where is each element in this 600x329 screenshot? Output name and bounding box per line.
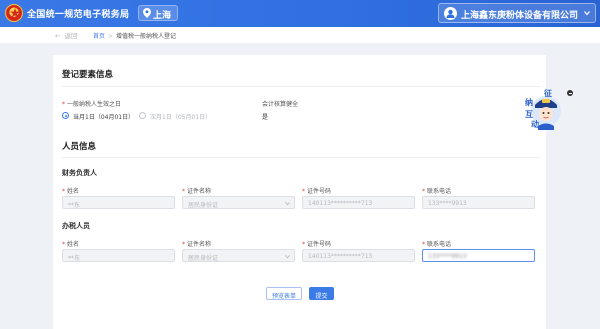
divider [62,157,540,158]
location-pin-icon [143,8,151,18]
finance-id-type-value: 居民身份证 [188,202,219,209]
finance-id-type-select[interactable]: 居民身份证 [182,196,295,209]
breadcrumb-home[interactable]: 首页 [93,33,105,40]
finance-name-label: * 姓名 [62,188,80,195]
chevron-down-icon [584,11,590,16]
tax-officer-title: 办税人员 [62,222,90,230]
national-emblem-icon [5,4,23,22]
finance-officer-title: 财务负责人 [62,169,97,177]
mascot-char-1: 征 [544,89,552,98]
chevron-down-icon [285,254,290,259]
tax-id-type-select[interactable]: 居民身份证 [182,249,295,262]
company-switcher[interactable]: 上海鑫东庚粉体设备有限公司 [438,3,596,23]
accounting-label: 会计核算健全 [262,101,299,108]
breadcrumb-current: 增值税一般纳税人登记 [116,33,177,40]
form-card: 登记要素信息 * 一般纳税人生效之日 当月1日（04月01日） 次月1日（05月0… [53,55,546,329]
breadcrumb-separator: > [108,33,114,40]
finance-id-number-input[interactable]: 140113**********713 [302,196,415,209]
mascot-char-4: 动 [531,120,539,129]
preview-form-button[interactable]: 预览表单 [266,287,302,300]
finance-id-type-label: * 证件名称 [182,188,212,195]
radio-current-month[interactable] [62,112,69,119]
finance-id-number-label: * 证件号码 [302,188,332,195]
region-label: 上海 [153,11,172,21]
site-title: 全国统一规范电子税务局 [27,10,130,20]
breadcrumb-bar: ← 返回 首页 > 增值税一般纳税人登记 [0,27,600,43]
mascot-char-2: 纳 [525,98,533,107]
tax-name-input[interactable]: **东 [62,249,175,262]
tax-phone-input[interactable]: 133****9913 [422,249,535,262]
finance-name-input[interactable]: **东 [62,196,175,209]
submit-button[interactable]: 提交 [309,287,334,300]
tax-id-number-input[interactable]: 140113**********713 [302,249,415,262]
tax-id-type-label: * 证件名称 [182,241,212,248]
breadcrumb: 首页 > 增值税一般纳税人登记 [93,31,176,40]
finance-phone-input[interactable]: 133****9913 [422,196,535,209]
radio-next-month-label[interactable]: 次月1日（05月01日） [150,112,211,121]
tax-id-type-value: 居民身份证 [188,255,219,262]
accounting-value: 是 [262,114,269,121]
registration-section-title: 登记要素信息 [62,70,114,80]
divider [62,86,540,87]
back-label: 返回 [64,32,78,40]
personnel-section-title: 人员信息 [62,142,97,152]
radio-current-month-label[interactable]: 当月1日（04月01日） [73,112,134,121]
mascot-close-icon[interactable] [567,90,573,96]
tax-phone-value: 133****9913 [428,253,467,260]
arrow-left-icon: ← [55,32,61,40]
effective-date-label: * 一般纳税人生效之日 [62,101,122,108]
tax-interaction-mascot[interactable]: 征 纳 互 动 [524,88,573,132]
chevron-down-icon [285,201,290,206]
radio-next-month[interactable] [139,112,146,119]
back-button[interactable]: ← 返回 [55,30,77,40]
user-avatar-icon [444,7,457,20]
top-header: 全国统一规范电子税务局 上海 上海鑫东庚粉体设备有限公司 [0,0,600,27]
region-selector[interactable]: 上海 [138,5,178,21]
finance-phone-label: * 联系电话 [422,188,452,195]
company-name: 上海鑫东庚粉体设备有限公司 [461,11,579,21]
tax-phone-label: * 联系电话 [422,241,452,248]
tax-name-label: * 姓名 [62,241,80,248]
tax-id-number-label: * 证件号码 [302,241,332,248]
